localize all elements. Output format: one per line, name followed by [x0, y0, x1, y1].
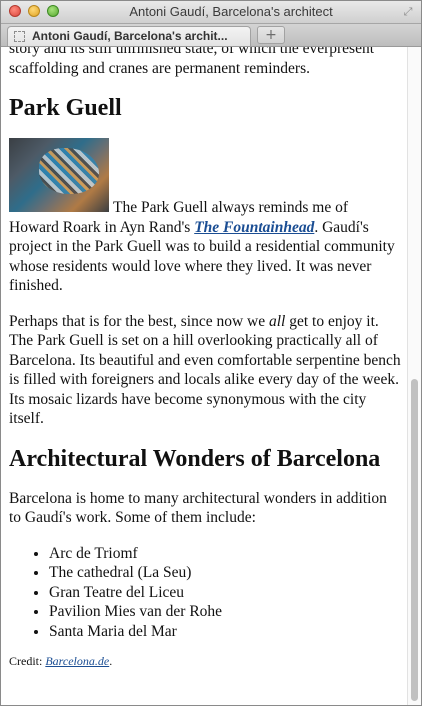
- new-tab-button[interactable]: +: [257, 26, 285, 44]
- close-window-button[interactable]: [9, 5, 21, 17]
- tab-active[interactable]: Antoni Gaudí, Barcelona's archit...: [7, 26, 251, 46]
- fountainhead-link[interactable]: The Fountainhead: [194, 219, 314, 236]
- tab-label: Antoni Gaudí, Barcelona's archit...: [32, 29, 228, 43]
- park-guell-paragraph-2: Perhaps that is for the best, since now …: [9, 312, 401, 428]
- intro-paragraph-tail: story and its still unfinished state, of…: [9, 47, 375, 77]
- list-item: Pavilion Mies van der Rohe: [49, 602, 401, 622]
- title-bar: Antoni Gaudí, Barcelona's architect ⤢: [1, 1, 421, 24]
- minimize-window-button[interactable]: [28, 5, 40, 17]
- window-title: Antoni Gaudí, Barcelona's architect: [129, 4, 333, 19]
- park-guell-mosaic-lizard-image: [9, 138, 109, 212]
- list-item: Gran Teatre del Liceu: [49, 583, 401, 603]
- zoom-window-button[interactable]: [47, 5, 59, 17]
- scrollbar-thumb[interactable]: [411, 379, 418, 701]
- browser-window: Antoni Gaudí, Barcelona's architect ⤢ An…: [0, 0, 422, 706]
- page-icon: [14, 31, 25, 42]
- list-item: Santa Maria del Mar: [49, 622, 401, 642]
- heading-architectural-wonders: Architectural Wonders of Barcelona: [9, 445, 381, 472]
- park-guell-paragraph-1: The Park Guell always reminds me of Howa…: [9, 138, 401, 296]
- list-item: Arc de Triomf: [49, 544, 401, 564]
- vertical-scrollbar[interactable]: [407, 47, 421, 705]
- credit-link[interactable]: Barcelona.de: [45, 654, 109, 668]
- credit-line: Credit: Barcelona.de.: [9, 654, 113, 668]
- wonders-intro: Barcelona is home to many architectural …: [9, 489, 387, 527]
- list-item: The cathedral (La Seu): [49, 563, 401, 583]
- heading-park-guell: Park Guell: [9, 95, 122, 121]
- wonders-list: Arc de Triomf The cathedral (La Seu) Gra…: [9, 544, 401, 642]
- fullscreen-icon[interactable]: ⤢: [401, 5, 415, 19]
- page-viewport[interactable]: story and its still unfinished state, of…: [1, 47, 407, 705]
- article: story and its still unfinished state, of…: [9, 47, 401, 685]
- tab-bar: Antoni Gaudí, Barcelona's archit... +: [1, 24, 421, 47]
- emphasis-all: all: [269, 312, 286, 330]
